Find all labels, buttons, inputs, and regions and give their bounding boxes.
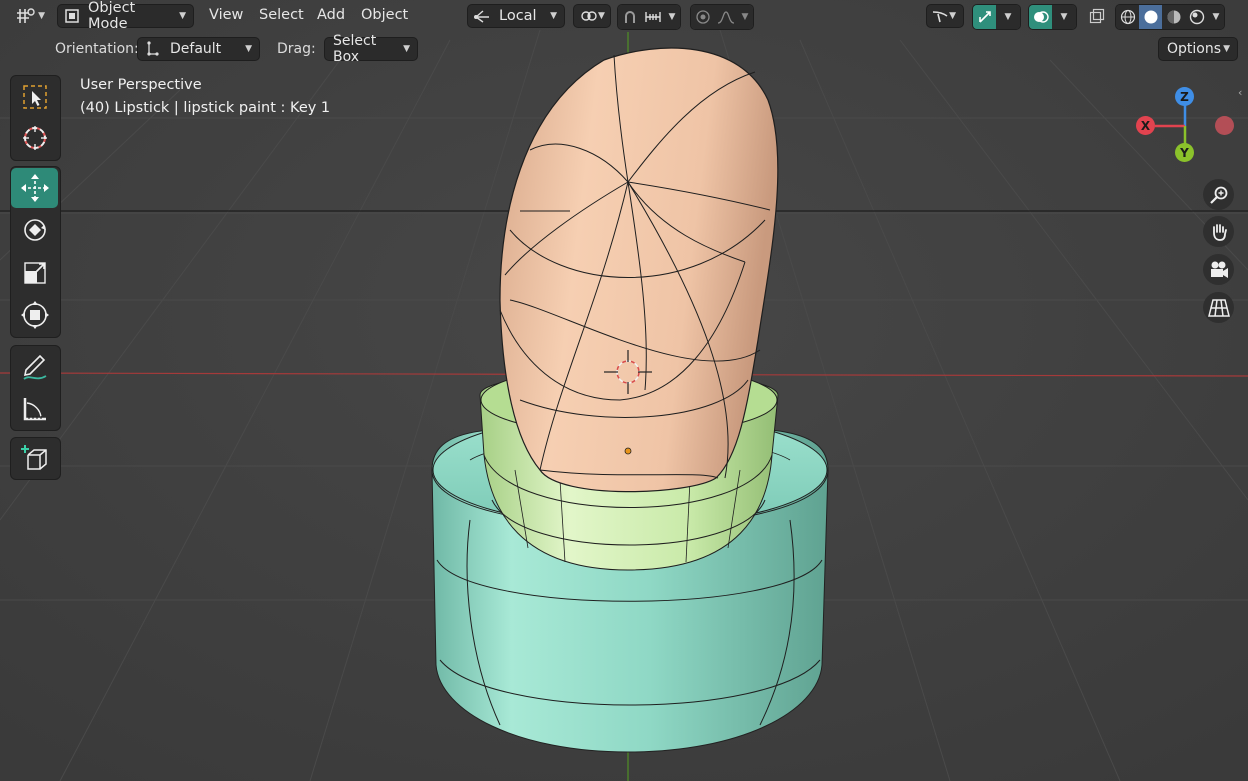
menu-object[interactable]: Object: [361, 7, 408, 23]
orientation-dropdown[interactable]: Default ▼: [137, 37, 260, 61]
pivot-icon: [580, 8, 598, 24]
mode-dropdown[interactable]: Object Mode ▼: [57, 0, 194, 32]
annotate-tool[interactable]: [11, 347, 58, 387]
move-tool[interactable]: [11, 168, 58, 208]
chevron-down-icon: ▼: [949, 11, 956, 21]
overlay-controls: ▼: [1028, 4, 1077, 30]
xray-toggle[interactable]: [1085, 4, 1109, 28]
orientation-label: Orientation:: [55, 41, 139, 57]
zoom-icon: [1209, 185, 1229, 205]
drag-value: Select Box: [333, 33, 377, 65]
snap-toggle-icon[interactable]: [618, 5, 641, 29]
toolbar-group-annotate: [10, 345, 61, 431]
gizmo-toggle-icon[interactable]: [973, 5, 996, 29]
menu-select[interactable]: Select: [259, 7, 304, 23]
chevron-down-icon: ▼: [179, 11, 186, 21]
cursor-icon: [21, 124, 49, 152]
rotate-icon: [20, 215, 50, 245]
snap-increment-icon[interactable]: [641, 5, 664, 29]
falloff-icon[interactable]: [714, 5, 737, 29]
drag-dropdown[interactable]: Select Box ▼: [324, 33, 418, 65]
object-origin: [624, 447, 632, 455]
options-dropdown[interactable]: Options ▼: [1158, 37, 1238, 61]
menu-view[interactable]: View: [209, 7, 243, 23]
options-label: Options: [1167, 41, 1222, 57]
annotate-icon: [20, 352, 50, 382]
orientation-label: Local: [499, 8, 537, 24]
toolbar-group-add: [10, 437, 61, 480]
snapping-controls: ▼: [617, 4, 681, 30]
xray-icon: [1089, 8, 1105, 24]
solid-shading-icon[interactable]: [1139, 5, 1162, 29]
camera-icon: [1208, 260, 1230, 280]
editor-type-icon: [16, 7, 36, 25]
object-mode-icon: [64, 8, 80, 24]
material-preview-icon[interactable]: [1162, 5, 1185, 29]
pivot-point-dropdown[interactable]: ▼: [573, 4, 611, 28]
zoom-button[interactable]: [1203, 179, 1234, 210]
measure-icon: [21, 395, 49, 423]
toolbar-group-select: [10, 75, 61, 161]
select-box-icon: [22, 84, 48, 110]
transform-tool[interactable]: [11, 295, 58, 335]
viewport-header: ▼ Object Mode ▼ View Select Add Object L…: [0, 0, 1248, 32]
chevron-down-icon: ▼: [550, 11, 557, 21]
gizmo-z-axis[interactable]: Z: [1175, 87, 1194, 106]
proportional-edit-icon[interactable]: [691, 5, 714, 29]
cursor-tool[interactable]: [11, 118, 58, 158]
hand-pan-icon: [1209, 222, 1229, 242]
proportional-editing-controls: ▼: [690, 4, 754, 30]
chevron-down-icon: ▼: [38, 11, 45, 21]
gizmo-y-axis[interactable]: Y: [1175, 143, 1194, 162]
overlays-toggle-icon[interactable]: [1029, 5, 1052, 29]
pan-button[interactable]: [1203, 216, 1234, 247]
measure-tool[interactable]: [11, 389, 58, 429]
shading-mode-controls: ▼: [1115, 4, 1225, 30]
navigation-gizmo[interactable]: Z X Y: [1130, 84, 1240, 164]
transform-orientation-dropdown[interactable]: Local ▼: [467, 4, 565, 28]
transform-icon: [20, 300, 50, 330]
drag-label: Drag:: [277, 41, 316, 57]
chevron-down-icon[interactable]: ▼: [664, 5, 680, 29]
view-name: User Perspective: [80, 77, 202, 93]
chevron-down-icon[interactable]: ▼: [1208, 5, 1224, 29]
gizmo-neg-x-axis[interactable]: [1215, 116, 1234, 135]
add-cube-icon: [20, 443, 50, 473]
select-box-tool[interactable]: [11, 77, 58, 117]
ortho-toggle-button[interactable]: [1203, 292, 1234, 323]
chevron-down-icon: ▼: [598, 11, 605, 21]
toolbar-group-transform: [10, 166, 61, 338]
orientation-axes-icon: [473, 8, 491, 24]
orientation-value: Default: [170, 41, 222, 57]
chevron-down-icon: ▼: [403, 44, 410, 54]
chevron-down-icon[interactable]: ▼: [996, 5, 1020, 29]
mode-label: Object Mode: [88, 0, 136, 32]
add-cube-tool[interactable]: [11, 438, 58, 478]
wireframe-shading-icon[interactable]: [1116, 5, 1139, 29]
chevron-down-icon[interactable]: ▼: [737, 5, 753, 29]
menu-add[interactable]: Add: [317, 7, 345, 23]
scale-icon: [22, 260, 48, 286]
3d-viewport[interactable]: [0, 0, 1248, 781]
chevron-down-icon: ▼: [245, 44, 252, 54]
scale-tool[interactable]: [11, 253, 58, 293]
chevron-down-icon[interactable]: ▼: [1052, 5, 1076, 29]
chevron-down-icon: ▼: [1223, 44, 1230, 54]
orientation-gizmo-icon: [144, 40, 160, 58]
editor-type-selector[interactable]: ▼: [8, 4, 52, 28]
visibility-arrow-icon: [931, 8, 949, 24]
grid-ortho-icon: [1207, 298, 1230, 318]
rotate-tool[interactable]: [11, 210, 58, 250]
object-type-visibility-dropdown[interactable]: ▼: [926, 4, 964, 28]
gizmo-controls: ▼: [972, 4, 1021, 30]
object-info: (40) Lipstick | lipstick paint : Key 1: [80, 100, 331, 116]
camera-view-button[interactable]: [1203, 254, 1234, 285]
rendered-shading-icon[interactable]: [1185, 5, 1208, 29]
gizmo-x-axis[interactable]: X: [1136, 116, 1155, 135]
move-icon: [20, 173, 50, 203]
